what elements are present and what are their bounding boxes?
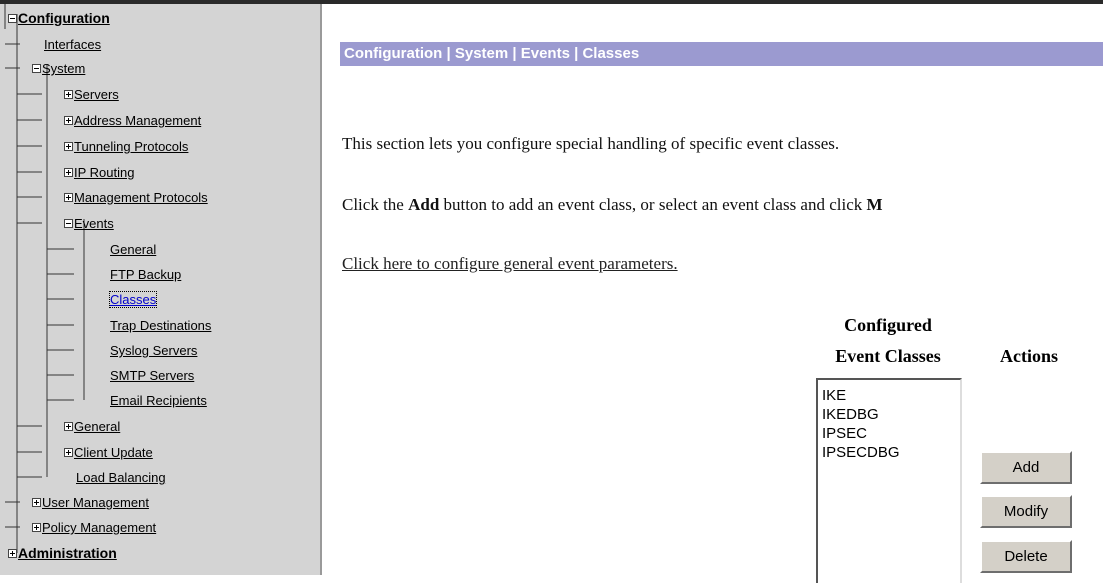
sidebar-item-classes[interactable]: Classes	[108, 291, 158, 308]
general-event-params-link[interactable]: Click here to configure general event pa…	[342, 254, 678, 274]
sidebar-item-label: Events	[74, 216, 114, 231]
list-item[interactable]: IPSEC	[822, 424, 960, 443]
sidebar-item-management-protocols[interactable]: Management Protocols	[64, 190, 208, 205]
sidebar-item-label: System	[42, 61, 86, 76]
sidebar-item-email-recipients[interactable]: Email Recipients	[110, 393, 207, 408]
sidebar-item-label: Classes	[110, 292, 157, 307]
sidebar-item-label: User Management	[42, 495, 149, 510]
sidebar-item-administration[interactable]: Administration	[8, 546, 117, 561]
page-title: Configuration | System | Events | Classe…	[340, 42, 1103, 66]
intro-text: This section lets you configure special …	[342, 134, 840, 153]
sidebar-item-interfaces[interactable]: Interfaces	[44, 37, 101, 52]
sidebar-item-label: Client Update	[74, 445, 153, 460]
instructions-add-bold: Add	[408, 195, 440, 214]
expand-icon[interactable]	[32, 523, 41, 533]
add-button[interactable]: Add	[980, 451, 1072, 484]
expand-icon[interactable]	[64, 422, 73, 432]
sidebar-item-label: Interfaces	[44, 37, 102, 52]
sidebar-item-general[interactable]: General	[110, 242, 156, 257]
main-content: Configuration | System | Events | Classe…	[324, 4, 1103, 583]
sidebar-item-system[interactable]: System	[32, 61, 85, 76]
expand-icon[interactable]	[32, 498, 41, 508]
list-item[interactable]: IKEDBG	[822, 405, 960, 424]
sidebar-item-label: General	[110, 242, 157, 257]
sidebar-item-label: Load Balancing	[76, 470, 166, 485]
sidebar-item-load-balancing[interactable]: Load Balancing	[76, 470, 166, 485]
sidebar-item-label: General	[74, 419, 121, 434]
sidebar-item-syslog-servers[interactable]: Syslog Servers	[110, 343, 197, 358]
instructions-tail: M	[866, 195, 883, 214]
sidebar-tree: Configuration Interfaces System Servers Addr…	[0, 4, 322, 575]
sidebar-item-label: Address Management	[74, 113, 202, 128]
sidebar-item-label: Configuration	[18, 10, 110, 26]
delete-button[interactable]: Delete	[980, 540, 1072, 573]
sidebar-item-label: Policy Management	[42, 520, 157, 535]
list-header-line1: Configured	[844, 315, 932, 335]
actions-header: Actions	[1000, 346, 1058, 366]
collapse-icon[interactable]	[8, 13, 17, 23]
sidebar-item-tunneling-protocols[interactable]: Tunneling Protocols	[64, 139, 188, 154]
sidebar-item-label: Syslog Servers	[110, 343, 198, 358]
sidebar-item-label: Trap Destinations	[110, 318, 212, 333]
sidebar-item-smtp-servers[interactable]: SMTP Servers	[110, 368, 194, 383]
sidebar-item-label: Servers	[74, 87, 119, 102]
collapse-icon[interactable]	[32, 64, 41, 74]
event-classes-listbox[interactable]: IKE IKEDBG IPSEC IPSECDBG	[816, 378, 962, 583]
sidebar-item-label: IP Routing	[74, 165, 135, 180]
expand-icon[interactable]	[64, 193, 73, 203]
sidebar-item-events[interactable]: Events	[64, 216, 114, 231]
sidebar-item-general[interactable]: General	[64, 419, 120, 434]
sidebar-item-trap-destinations[interactable]: Trap Destinations	[110, 318, 211, 333]
instructions-prefix: Click the	[342, 195, 409, 214]
sidebar-item-label: FTP Backup	[110, 267, 182, 282]
sidebar-item-address-management[interactable]: Address Management	[64, 113, 201, 128]
sidebar-item-label: Email Recipients	[110, 393, 207, 408]
sidebar-item-servers[interactable]: Servers	[64, 87, 119, 102]
sidebar-item-label: Management Protocols	[74, 190, 208, 205]
expand-icon[interactable]	[64, 90, 73, 100]
collapse-icon[interactable]	[64, 219, 73, 229]
sidebar-item-label: SMTP Servers	[110, 368, 195, 383]
sidebar-item-policy-management[interactable]: Policy Management	[32, 520, 156, 535]
sidebar-item-ip-routing[interactable]: IP Routing	[64, 165, 134, 180]
tree-connector-lines	[4, 4, 85, 553]
sidebar-item-ftp-backup[interactable]: FTP Backup	[110, 267, 181, 282]
list-item[interactable]: IPSECDBG	[822, 443, 960, 462]
instructions-text: Click the Add button to add an event cla…	[342, 195, 883, 215]
instructions-middle: button to add an event class, or select …	[439, 195, 867, 214]
modify-button[interactable]: Modify	[980, 495, 1072, 528]
list-header-line2: Event Classes	[835, 346, 941, 366]
sidebar-item-label: Tunneling Protocols	[74, 139, 189, 154]
sidebar-item-configuration[interactable]: Configuration	[8, 11, 110, 26]
sidebar-item-user-management[interactable]: User Management	[32, 495, 149, 510]
expand-icon[interactable]	[8, 548, 17, 558]
expand-icon[interactable]	[64, 168, 73, 178]
sidebar-item-label: Administration	[18, 545, 117, 561]
sidebar-item-client-update[interactable]: Client Update	[64, 445, 153, 460]
expand-icon[interactable]	[64, 448, 73, 458]
list-item[interactable]: IKE	[822, 386, 960, 405]
expand-icon[interactable]	[64, 142, 73, 152]
expand-icon[interactable]	[64, 116, 73, 126]
